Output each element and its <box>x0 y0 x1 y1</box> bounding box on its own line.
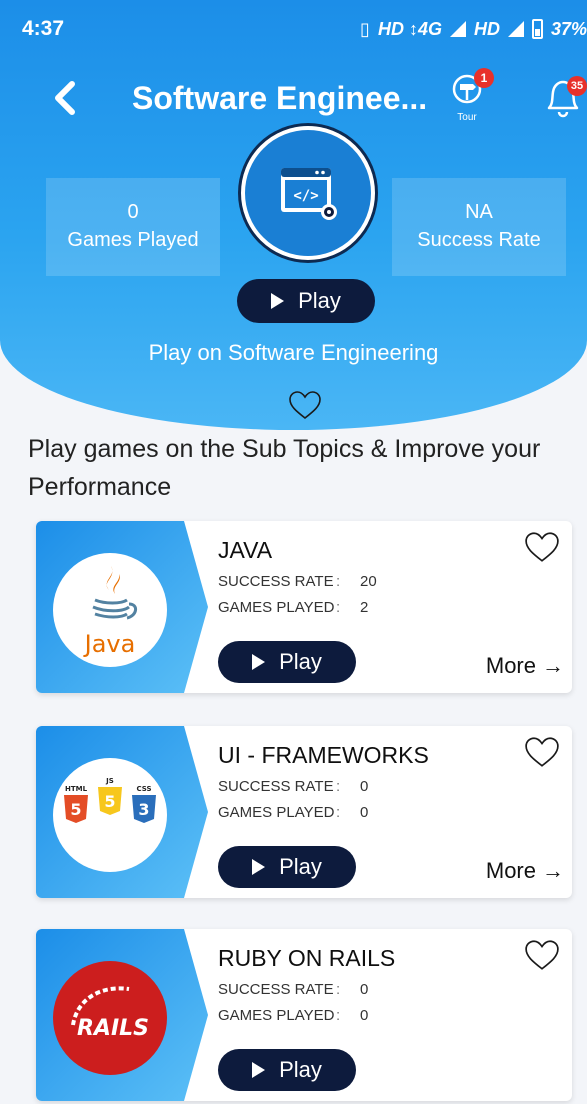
svg-text:5: 5 <box>70 800 81 819</box>
svg-text:HTML: HTML <box>65 785 88 793</box>
signal-icon-2 <box>507 21 524 37</box>
games-played-row: GAMES PLAYED: 0 <box>218 804 368 821</box>
status-icons: ▯ HD ↕4G HD 37% <box>360 19 587 40</box>
success-rate-value: 0 <box>360 981 369 998</box>
separator: : <box>336 573 341 590</box>
play-icon <box>252 859 266 875</box>
favorite-heart-icon[interactable] <box>524 736 560 768</box>
more-label: More <box>485 858 536 883</box>
section-title: Play games on the Sub Topics & Improve y… <box>28 435 541 501</box>
games-played-label: Games Played <box>67 229 199 251</box>
more-label: More <box>485 653 536 678</box>
success-rate-row: SUCCESS RATE: 0 <box>218 981 368 998</box>
tour-badge: 1 <box>474 68 494 88</box>
separator: : <box>336 599 341 616</box>
vibrate-icon: ▯ <box>360 18 370 39</box>
favorite-heart-icon[interactable] <box>524 939 560 971</box>
success-rate-value: 0 <box>360 778 369 795</box>
more-link[interactable]: More → <box>486 858 564 884</box>
play-button[interactable]: Play <box>218 641 356 683</box>
java-logo-icon: Java <box>83 566 137 658</box>
battery-icon <box>531 19 543 39</box>
games-played-label: GAMES PLAYED <box>218 599 335 616</box>
games-played-label: GAMES PLAYED <box>218 1007 335 1024</box>
games-played-value: 0 <box>127 201 139 223</box>
separator: : <box>336 778 341 795</box>
play-button[interactable]: Play <box>218 846 356 888</box>
svg-text:RAILS: RAILS <box>77 1016 149 1041</box>
tour-button[interactable]: Tour 1 <box>452 68 494 126</box>
notifications-button[interactable]: 35 <box>541 76 587 120</box>
notification-badge: 35 <box>567 76 587 96</box>
code-window-icon: </> <box>281 168 337 220</box>
hero-play-label: Play <box>298 288 341 313</box>
signal-icon <box>449 21 466 37</box>
games-played-row: GAMES PLAYED: 2 <box>218 599 368 616</box>
play-icon <box>252 654 266 670</box>
play-icon <box>252 1062 266 1078</box>
games-played-value: 2 <box>360 599 369 616</box>
card-title: RUBY ON RAILS <box>218 945 396 971</box>
play-label: Play <box>279 854 322 879</box>
games-played-row: GAMES PLAYED: 0 <box>218 1007 368 1024</box>
play-label: Play <box>279 649 322 674</box>
web-tech-logo: HTML 5 JS 5 CSS 3 <box>53 758 167 872</box>
tour-label: Tour <box>457 112 477 123</box>
games-played-label: GAMES PLAYED <box>218 804 335 821</box>
card-title: JAVA <box>218 537 273 563</box>
network-label: HD ↕4G <box>377 18 442 39</box>
success-rate-label: Success Rate <box>417 229 541 251</box>
topic-card-ruby-on-rails[interactable]: RAILS RUBY ON RAILS SUCCESS RATE: 0 GAMES… <box>36 929 572 1101</box>
card-title: UI - FRAMEWORKS <box>218 742 429 768</box>
success-rate-stat: NA Success Rate <box>392 178 566 276</box>
rails-logo-icon: RAILS <box>71 986 149 1041</box>
back-arrow-icon[interactable] <box>46 78 86 118</box>
success-rate-label: SUCCESS RATE <box>218 573 334 590</box>
topic-card-ui-frameworks[interactable]: HTML 5 JS 5 CSS 3 UI - FRAMEWORKS SUCCES… <box>36 726 572 898</box>
svg-text:3: 3 <box>138 800 149 819</box>
success-rate-value: NA <box>465 201 493 223</box>
hero-header: 4:37 ▯ HD ↕4G HD 37% Software Enginee...… <box>0 0 587 430</box>
topic-avatar: </> <box>241 126 375 260</box>
more-link[interactable]: More → <box>486 653 564 679</box>
hero-subtitle: Play on Software Engineering <box>148 340 439 365</box>
success-rate-row: SUCCESS RATE: 0 <box>218 778 368 795</box>
favorite-heart-icon[interactable] <box>288 390 322 420</box>
top-bar: Software Enginee... Tour 1 35 <box>0 68 587 130</box>
svg-text:5: 5 <box>104 792 115 811</box>
play-label: Play <box>279 1057 322 1082</box>
battery-level: 37% <box>550 18 587 39</box>
html-js-css-logo-icon: HTML 5 JS 5 CSS 3 <box>64 777 156 823</box>
rails-logo: RAILS <box>53 961 167 1075</box>
play-icon <box>271 293 285 309</box>
svg-text:Java: Java <box>83 630 136 658</box>
status-time: 4:37 <box>22 17 65 40</box>
topic-card-java[interactable]: Java JAVA SUCCESS RATE: 20 GAMES PLAYED: 2… <box>36 521 572 693</box>
separator: : <box>336 1007 341 1024</box>
svg-text:CSS: CSS <box>136 785 151 793</box>
success-rate-label: SUCCESS RATE <box>218 778 334 795</box>
page-title: Software Enginee... <box>132 80 428 116</box>
play-button[interactable]: Play <box>218 1049 356 1091</box>
success-rate-row: SUCCESS RATE: 20 <box>218 573 377 590</box>
status-bar: 4:37 ▯ HD ↕4G HD 37% <box>0 0 587 58</box>
success-rate-label: SUCCESS RATE <box>218 981 334 998</box>
games-played-stat: 0 Games Played <box>46 178 220 276</box>
games-played-value: 0 <box>360 1007 369 1024</box>
games-played-value: 0 <box>360 804 369 821</box>
success-rate-value: 20 <box>360 573 377 590</box>
favorite-heart-icon[interactable] <box>524 531 560 563</box>
hero-play-button[interactable]: Play <box>237 279 375 323</box>
separator: : <box>336 981 341 998</box>
svg-text:JS: JS <box>105 777 114 785</box>
arrow-right-icon: → <box>542 858 564 883</box>
svg-text:</>: </> <box>293 188 318 204</box>
java-logo: Java <box>53 553 167 667</box>
arrow-right-icon: → <box>542 653 564 678</box>
separator: : <box>336 804 341 821</box>
network-label-2: HD <box>473 18 500 39</box>
